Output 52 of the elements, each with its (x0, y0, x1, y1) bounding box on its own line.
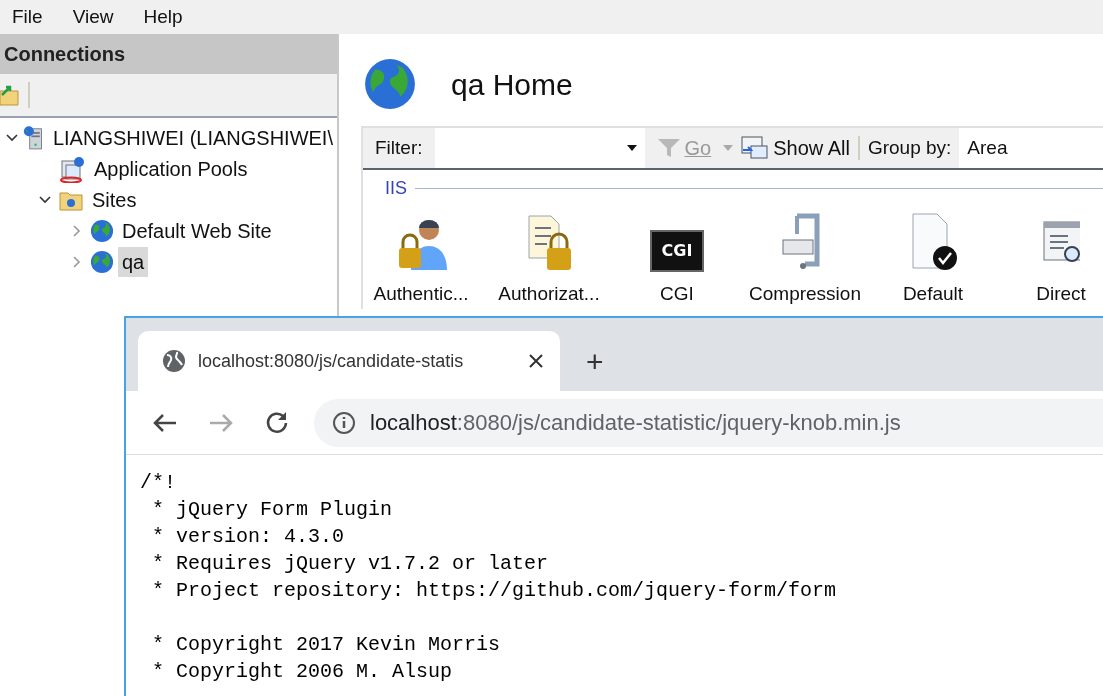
filter-label: Filter: (374, 135, 424, 160)
app-pool-icon (58, 154, 86, 183)
feature-label[interactable]: Authentic... (373, 280, 469, 309)
code-line: * Project repository: https://github.com/jquery-form/form (151, 578, 837, 604)
globe-icon (363, 57, 417, 111)
feature-label[interactable]: Direct (1036, 280, 1086, 309)
cgi-icon: CGI (650, 230, 704, 272)
back-arrow-icon[interactable] (152, 411, 178, 434)
feature-label[interactable]: Default (902, 280, 964, 309)
panel-header: Connections (0, 34, 337, 74)
address-text: localhost:8080/js/candidate-statistic/jquery-knob.min.js (370, 409, 901, 437)
menu-item[interactable]: View (72, 2, 114, 32)
code-line: * version: 4.3.0 (151, 524, 345, 550)
page-title: qa Home (451, 66, 573, 103)
new-tab-button[interactable]: + (586, 347, 604, 377)
dropdown-caret-icon[interactable] (626, 145, 637, 151)
code-line: * Copyright 2017 Kevin Morris (151, 632, 501, 658)
tree-item[interactable]: Application Pools (90, 153, 252, 184)
group-by-label: Group by: (867, 135, 953, 160)
code-line: * jQuery Form Plugin (151, 497, 393, 523)
globe-icon (162, 349, 186, 373)
feature-label[interactable]: CGI (660, 280, 694, 309)
globe-icon (90, 249, 114, 274)
expand-chevron-icon[interactable] (72, 223, 82, 238)
menu-item[interactable]: File (12, 2, 43, 32)
close-icon[interactable] (528, 353, 544, 369)
collapse-chevron-icon[interactable] (4, 132, 19, 143)
tree-item[interactable]: Sites (88, 184, 141, 215)
tree-item[interactable]: LIANGSHIWEI (LIANGSHIWEI\ (48, 122, 337, 153)
globe-icon (90, 218, 114, 243)
group-heading: IIS (385, 176, 407, 200)
reload-icon[interactable] (264, 409, 290, 436)
code-line: * Requires jQuery v1.7.2 or later (151, 551, 549, 577)
group-by-dropdown[interactable]: Area (959, 128, 1103, 168)
tree-item[interactable]: Default Web Site (118, 215, 276, 246)
menu-item[interactable]: Help (143, 2, 183, 32)
code-line: /*! (140, 470, 176, 496)
code-line: * Copyright 2006 M. Alsup (151, 659, 453, 685)
address-bar[interactable]: localhost:8080/js/candidate-statistic/jquery-knob.min.js (314, 398, 1103, 447)
tab-title: localhost:8080/js/candidate-statis (198, 349, 465, 373)
tree-item[interactable]: qa (118, 246, 149, 277)
feature-label[interactable]: Authorizat... (498, 280, 600, 309)
info-icon (332, 410, 356, 435)
folder-arrow-icon[interactable] (0, 83, 20, 107)
feature-label[interactable]: Compression (749, 280, 861, 309)
expand-chevron-icon[interactable] (72, 254, 82, 269)
browser-tab[interactable]: localhost:8080/js/candidate-statis (138, 331, 560, 391)
filter-field[interactable] (434, 128, 645, 168)
collapse-chevron-icon[interactable] (38, 194, 52, 205)
funnel-icon (656, 137, 681, 159)
show-all-icon (741, 136, 770, 160)
show-all-button[interactable]: Show All (741, 133, 850, 163)
